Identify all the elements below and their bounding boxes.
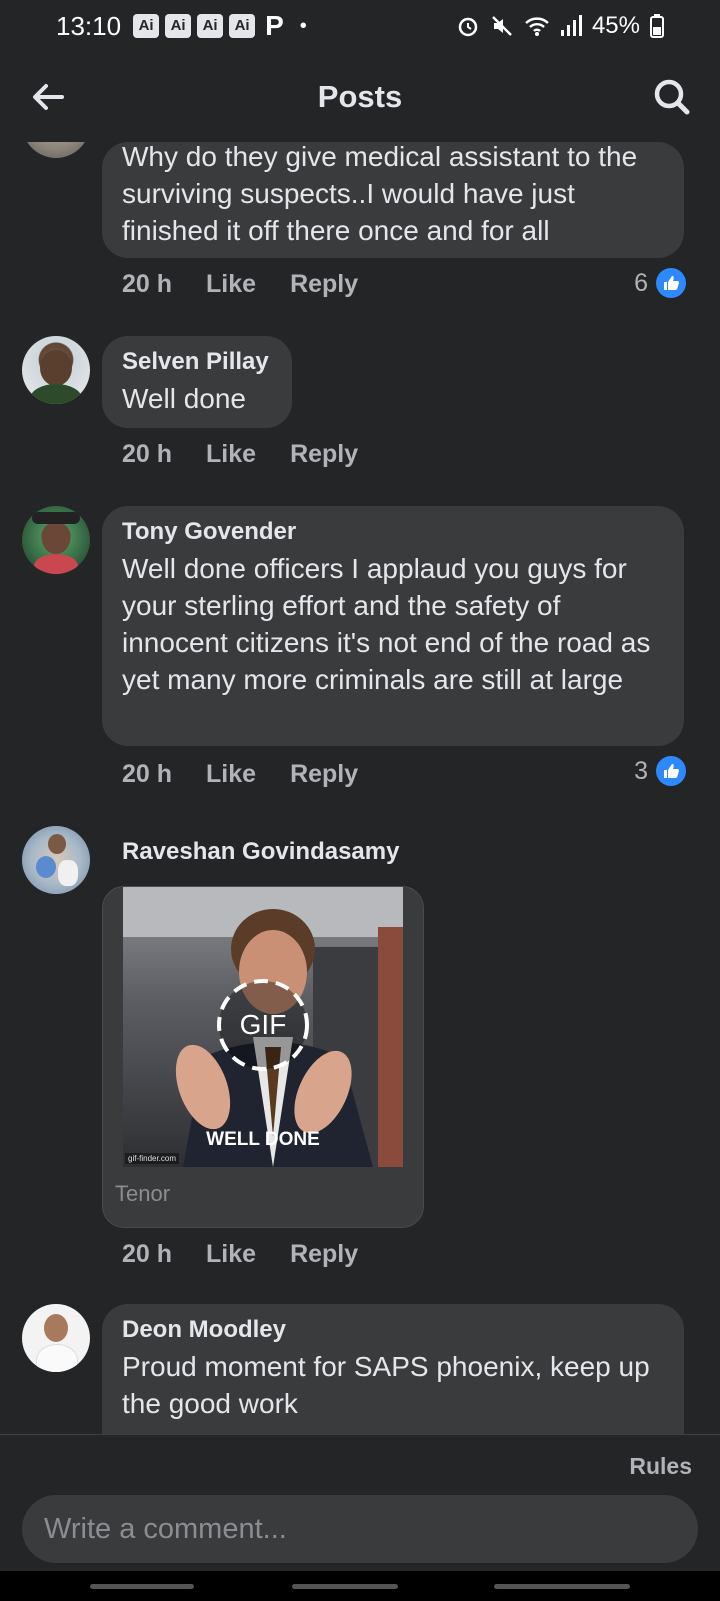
mute-icon bbox=[492, 16, 512, 36]
parking-icon: P bbox=[265, 10, 284, 41]
comment-item: Selven Pillay Well done 20 h Like Reply bbox=[0, 336, 720, 482]
avatar[interactable] bbox=[22, 1304, 90, 1372]
reply-button[interactable]: Reply bbox=[290, 440, 358, 469]
comment-item: Why do they give medical assistant to th… bbox=[0, 142, 720, 312]
comment-item: Deon Moodley Proud moment for SAPS phoen… bbox=[0, 1304, 720, 1434]
gif-caption: WELL DONE bbox=[206, 1129, 320, 1150]
ai-badge-icon: Ai bbox=[165, 14, 192, 38]
alarm-icon bbox=[458, 17, 478, 37]
page-title: Posts bbox=[317, 79, 403, 114]
comment-actions: 20 h Like Reply bbox=[122, 1240, 358, 1269]
comment-item: Tony Govender Well done officers I appla… bbox=[0, 506, 720, 806]
reaction-count[interactable]: 3 bbox=[634, 756, 686, 786]
system-nav-bar bbox=[0, 1571, 720, 1601]
comment-actions: 20 h Like Reply bbox=[122, 760, 358, 789]
back-button[interactable] bbox=[26, 75, 70, 119]
search-button[interactable] bbox=[650, 75, 694, 119]
avatar[interactable] bbox=[22, 826, 90, 894]
gif-watermark: gif-finder.com bbox=[125, 1153, 180, 1164]
comments-list: Why do they give medical assistant to th… bbox=[0, 142, 720, 1434]
comment-bubble: Tony Govender Well done officers I appla… bbox=[102, 506, 684, 746]
gif-source-label: Tenor bbox=[115, 1181, 171, 1206]
comment-author[interactable]: Deon Moodley bbox=[122, 1316, 664, 1344]
thumbs-up-icon bbox=[656, 268, 686, 298]
ai-badge-icon: Ai bbox=[229, 14, 256, 38]
wifi-icon bbox=[525, 17, 549, 36]
comment-text: Proud moment for SAPS phoenix, keep up t… bbox=[122, 1351, 650, 1419]
reply-button[interactable]: Reply bbox=[290, 1240, 358, 1269]
rules-link[interactable]: Rules bbox=[629, 1453, 692, 1480]
comment-bubble: Selven Pillay Well done bbox=[102, 336, 292, 428]
comment-time: 20 h bbox=[122, 270, 173, 298]
reply-button[interactable]: Reply bbox=[290, 760, 358, 789]
app-bar: Posts bbox=[0, 52, 720, 142]
comment-item: Raveshan Govindasamy GIF WELL DONE gif-f… bbox=[0, 826, 720, 1286]
reaction-count[interactable]: 6 bbox=[634, 268, 686, 298]
avatar[interactable] bbox=[22, 506, 90, 574]
comment-text: Why do they give medical assistant to th… bbox=[122, 142, 638, 246]
comment-actions: 20 h Like Reply bbox=[122, 270, 358, 299]
comment-bubble: Why do they give medical assistant to th… bbox=[102, 142, 684, 258]
status-left: 13:10 Ai Ai Ai Ai P • bbox=[56, 10, 307, 42]
comment-composer: Rules bbox=[0, 1434, 720, 1601]
comment-author[interactable]: Selven Pillay bbox=[122, 348, 272, 376]
comment-author[interactable]: Raveshan Govindasamy bbox=[122, 838, 399, 866]
comment-time: 20 h bbox=[122, 440, 173, 468]
gif-image[interactable]: GIF WELL DONE gif-finder.com bbox=[123, 887, 403, 1167]
comment-actions: 20 h Like Reply bbox=[122, 440, 358, 469]
reaction-number: 6 bbox=[634, 268, 648, 297]
comment-text: Well done officers I applaud you guys fo… bbox=[122, 553, 651, 695]
arrow-left-icon bbox=[33, 84, 64, 110]
status-bar: 13:10 Ai Ai Ai Ai P • 45% bbox=[0, 0, 720, 52]
ai-badge-icon: Ai bbox=[133, 14, 160, 38]
nav-recents-handle[interactable] bbox=[90, 1584, 194, 1589]
comment-text: Well done bbox=[122, 383, 247, 414]
comment-author[interactable]: Tony Govender bbox=[122, 518, 664, 546]
status-time: 13:10 bbox=[56, 10, 122, 41]
signal-icon bbox=[560, 15, 582, 36]
comment-bubble: Deon Moodley Proud moment for SAPS phoen… bbox=[102, 1304, 684, 1434]
battery-icon bbox=[650, 14, 664, 38]
battery-percent: 45% bbox=[591, 12, 640, 39]
reaction-number: 3 bbox=[634, 756, 648, 785]
gif-attachment[interactable]: GIF WELL DONE gif-finder.com Tenor bbox=[102, 886, 424, 1228]
like-button[interactable]: Like bbox=[206, 270, 256, 299]
comment-input[interactable] bbox=[22, 1495, 698, 1563]
search-icon bbox=[654, 79, 690, 115]
like-button[interactable]: Like bbox=[206, 440, 256, 469]
nav-home-handle[interactable] bbox=[292, 1584, 398, 1589]
gif-label: GIF bbox=[239, 1009, 287, 1040]
like-button[interactable]: Like bbox=[206, 760, 256, 789]
comment-time: 20 h bbox=[122, 760, 173, 788]
ai-badge-icon: Ai bbox=[197, 14, 224, 38]
status-right: 45% bbox=[456, 12, 664, 40]
comment-time: 20 h bbox=[122, 1240, 173, 1268]
thumbs-up-icon bbox=[656, 756, 686, 786]
avatar[interactable] bbox=[22, 142, 90, 158]
avatar[interactable] bbox=[22, 336, 90, 404]
notification-dot-icon: • bbox=[299, 14, 307, 37]
reply-button[interactable]: Reply bbox=[290, 270, 358, 299]
like-button[interactable]: Like bbox=[206, 1240, 256, 1269]
nav-back-handle[interactable] bbox=[494, 1584, 630, 1589]
